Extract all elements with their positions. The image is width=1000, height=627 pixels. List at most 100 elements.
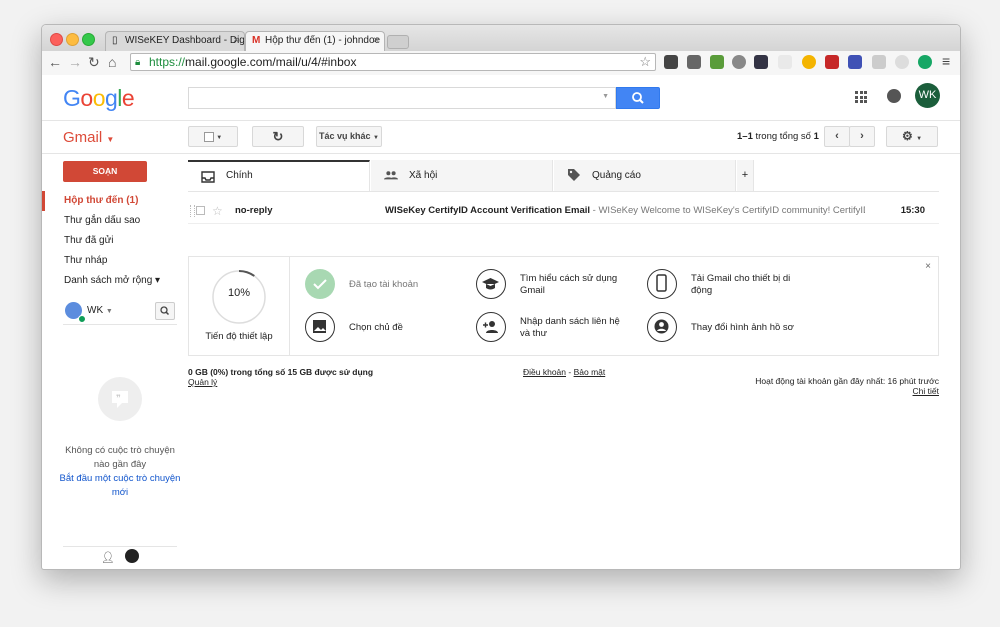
gmail-menu[interactable]: Gmail ▼ — [63, 129, 114, 146]
browser-window: ▯ WISeKEY Dashboard - Dig × M Hộp thư đến … — [41, 24, 961, 570]
browser-tab-wisekey[interactable]: ▯ WISeKEY Dashboard - Dig × — [105, 31, 245, 51]
new-tab-button[interactable] — [387, 35, 409, 49]
email-time: 15:30 — [900, 205, 925, 216]
image-icon — [305, 312, 335, 342]
newer-button[interactable]: ‹ — [824, 126, 850, 147]
gmail-header: Google ▼ WK — [42, 75, 960, 121]
hangouts-footer: 👤︎ — [63, 546, 177, 569]
search-icon — [632, 92, 644, 104]
address-bar[interactable]: 🔒︎ https://mail.google.com/mail/u/4/#inb… — [130, 53, 656, 71]
footer-links: Điều khoản - Bảo mật — [523, 367, 606, 377]
extension-icon[interactable] — [687, 55, 701, 69]
tag-icon — [568, 169, 580, 181]
gmail-action-bar: Gmail ▼ ▼ ↻ Tác vụ khác ▼ 1–1 trong tổng… — [42, 121, 960, 154]
caret-down-icon: ▼ — [216, 135, 223, 141]
home-icon[interactable]: ⌂ — [108, 54, 116, 70]
chevron-right-icon: › — [860, 130, 864, 142]
more-actions-button[interactable]: Tác vụ khác ▼ — [316, 126, 382, 147]
extension-icon[interactable] — [872, 55, 886, 69]
caret-down-icon: ▼ — [105, 308, 113, 315]
extension-icon[interactable] — [802, 55, 816, 69]
zoom-window-button[interactable] — [82, 33, 95, 46]
activity-details-link[interactable]: Chi tiết — [913, 386, 939, 396]
close-window-button[interactable] — [50, 33, 63, 46]
extension-icon[interactable] — [848, 55, 862, 69]
privacy-link[interactable]: Bảo mật — [574, 367, 606, 377]
chevron-left-icon: ‹ — [835, 130, 839, 142]
refresh-icon: ↻ — [272, 129, 284, 144]
forward-icon[interactable]: → — [68, 54, 82, 70]
add-category-button[interactable]: + — [737, 160, 754, 191]
sidebar-item-starred[interactable]: Thư gắn dấu sao — [42, 211, 182, 231]
sidebar-item-inbox[interactable]: Hộp thư đến (1) — [42, 191, 182, 211]
gear-icon: ⚙ — [901, 129, 913, 143]
close-tab-icon[interactable]: × — [233, 35, 239, 46]
online-status-icon — [78, 315, 86, 323]
no-chats-message: Không có cuộc trò chuyện nào gần đây Bắt… — [59, 445, 181, 500]
hangouts-search-button[interactable] — [155, 302, 175, 320]
extension-icon[interactable] — [732, 55, 746, 69]
older-button[interactable]: › — [849, 126, 875, 147]
tab-social[interactable]: Xã hội — [371, 160, 553, 191]
select-checkbox-button[interactable]: ▼ — [188, 126, 238, 147]
compose-button[interactable]: SOẠN — [63, 161, 147, 182]
extension-icon[interactable] — [710, 55, 724, 69]
close-tab-icon[interactable]: × — [373, 35, 379, 46]
hangouts-icon[interactable] — [125, 549, 139, 563]
close-icon[interactable]: × — [925, 261, 931, 272]
check-icon — [305, 269, 335, 299]
sidebar-item-sent[interactable]: Thư đã gửi — [42, 231, 182, 251]
profile-icon — [647, 312, 677, 342]
extension-icon[interactable] — [825, 55, 839, 69]
email-sender: no-reply — [235, 205, 273, 216]
caret-down-icon: ▼ — [916, 136, 923, 142]
hangouts-user[interactable]: WK ▼ — [63, 300, 177, 325]
google-logo[interactable]: Google — [63, 85, 135, 112]
settings-button[interactable]: ⚙ ▼ — [886, 126, 938, 147]
email-checkbox[interactable] — [196, 206, 205, 215]
extension-icon[interactable] — [895, 55, 909, 69]
drag-handle-icon[interactable] — [190, 205, 195, 217]
browser-menu-icon[interactable]: ≡ — [942, 53, 950, 69]
email-subject: WISeKey CertifyID Account Verification E… — [385, 205, 865, 216]
extension-icon[interactable] — [664, 55, 678, 69]
setup-progress: 10% Tiến độ thiết lập — [189, 257, 290, 355]
person-icon[interactable]: 👤︎ — [101, 551, 115, 564]
account-avatar[interactable]: WK — [915, 83, 940, 108]
svg-text:❞: ❞ — [116, 394, 121, 404]
extension-icon[interactable] — [754, 55, 768, 69]
sidebar-item-drafts[interactable]: Thư nháp — [42, 251, 182, 271]
browser-toolbar: ← → ↻ ⌂ 🔒︎ https://mail.google.com/mail/… — [42, 51, 960, 76]
back-icon[interactable]: ← — [48, 54, 62, 70]
search-input[interactable]: ▼ — [188, 87, 616, 109]
tab-promotions[interactable]: Quảng cáo — [554, 160, 736, 191]
manage-storage-link[interactable]: Quản lý — [188, 377, 217, 387]
caret-down-icon: ▼ — [106, 135, 115, 144]
extension-icon[interactable] — [918, 55, 932, 69]
pager-count: 1–1 trong tổng số 1 — [737, 131, 819, 142]
refresh-button[interactable]: ↻ — [252, 126, 304, 147]
caret-down-icon: ▼ — [373, 135, 379, 141]
tab-primary[interactable]: Chính — [188, 160, 370, 191]
minimize-window-button[interactable] — [66, 33, 79, 46]
progress-percent: 10% — [227, 287, 251, 299]
star-icon[interactable]: ☆ — [212, 199, 223, 223]
start-chat-link[interactable]: Bắt đầu một cuộc trò chuyện mới — [59, 472, 181, 500]
setup-progress-card: × 10% Tiến độ thiết lập Đã tạo tài khoản… — [188, 256, 939, 356]
search-icon — [160, 306, 170, 316]
reload-icon[interactable]: ↻ — [88, 54, 100, 70]
search-options-icon[interactable]: ▼ — [602, 93, 609, 100]
extension-icon[interactable] — [778, 55, 792, 69]
inbox-icon — [201, 171, 215, 183]
apps-grid-icon[interactable] — [855, 91, 867, 103]
gmail-icon: M — [252, 35, 261, 46]
sidebar-item-more[interactable]: Danh sách mở rộng ▾ — [42, 271, 182, 291]
notifications-icon[interactable] — [887, 89, 901, 103]
people-icon — [384, 171, 398, 180]
terms-link[interactable]: Điều khoản — [523, 367, 566, 377]
page-icon: ▯ — [112, 35, 118, 46]
search-button[interactable] — [616, 87, 660, 109]
browser-tab-gmail[interactable]: M Hộp thư đến (1) - johndoe × — [245, 31, 385, 51]
bookmark-star-icon[interactable]: ☆ — [639, 54, 651, 70]
table-row[interactable]: ☆ no-reply WISeKey CertifyID Account Ver… — [188, 199, 939, 224]
